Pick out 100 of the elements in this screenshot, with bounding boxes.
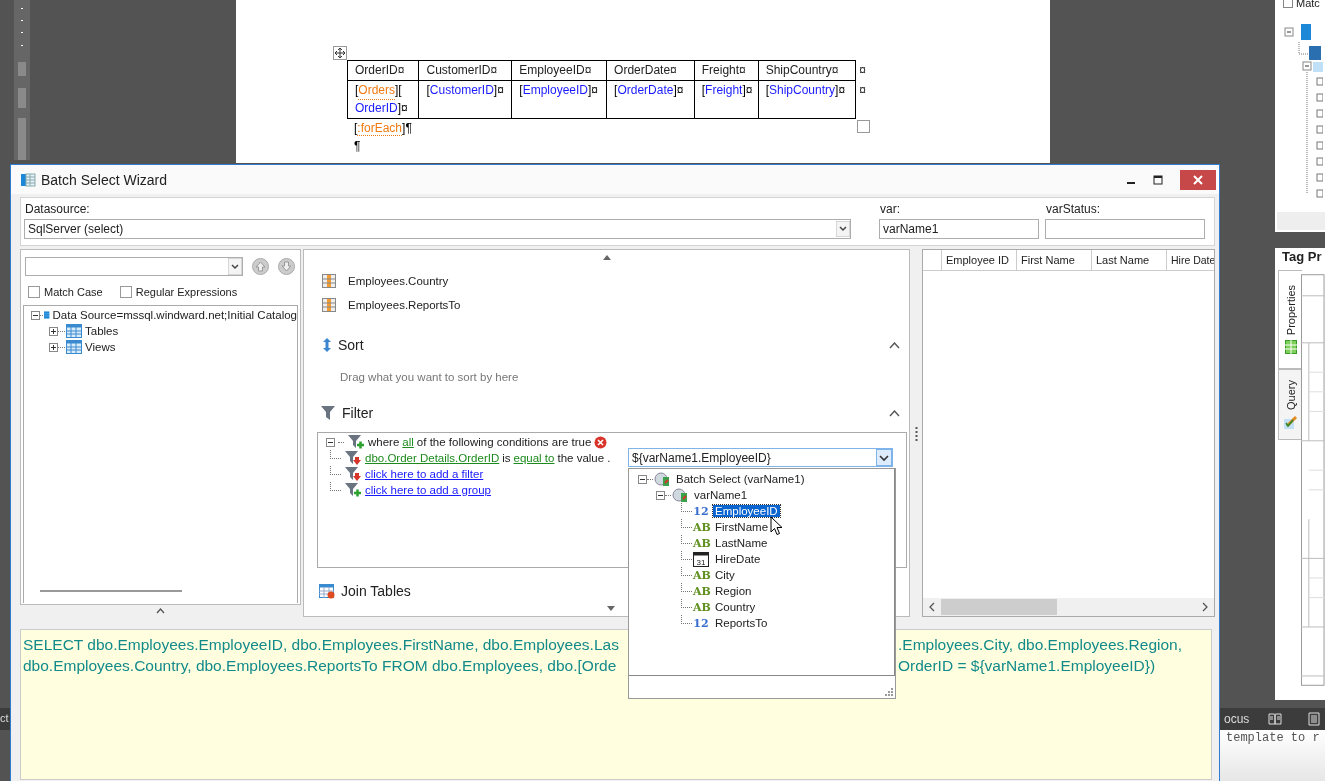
tree-item[interactable]: HireDate bbox=[713, 553, 763, 565]
checkbox-label: Match Case bbox=[44, 286, 103, 298]
down-arrow-icon[interactable] bbox=[278, 258, 295, 275]
type-icon: AB bbox=[693, 568, 709, 582]
chevron-up-icon[interactable] bbox=[889, 341, 900, 349]
scrollbar-thumb[interactable] bbox=[40, 590, 182, 592]
splitter-grip-icon[interactable] bbox=[914, 427, 918, 441]
collapse-icon[interactable] bbox=[326, 437, 335, 447]
column-header[interactable]: Employee ID bbox=[942, 250, 1017, 270]
checkbox-label: Matc bbox=[1296, 0, 1320, 9]
paragraph: ¶ bbox=[353, 138, 361, 155]
table-cell: [EmployeeID]¤ bbox=[511, 80, 607, 119]
table-icon bbox=[66, 324, 82, 338]
field-label: var: bbox=[879, 202, 901, 216]
scroll-right-icon[interactable] bbox=[1201, 602, 1209, 612]
tree-item[interactable]: Tables bbox=[85, 325, 119, 337]
type-icon: AB bbox=[693, 536, 709, 550]
batch-icon bbox=[672, 487, 688, 503]
section-title: Filter bbox=[342, 405, 374, 421]
scroll-left-icon[interactable] bbox=[928, 602, 936, 612]
type-icon: 12 bbox=[693, 616, 709, 630]
scroll-down-icon[interactable] bbox=[607, 606, 615, 611]
chevron-up-icon[interactable] bbox=[156, 608, 165, 614]
collapse-icon[interactable] bbox=[656, 490, 665, 500]
tree-item[interactable]: EmployeeID bbox=[713, 505, 780, 517]
chevron-up-icon[interactable] bbox=[889, 409, 900, 417]
var-status-input[interactable] bbox=[1045, 219, 1205, 239]
paragraph: [:forEach]¶ bbox=[353, 120, 412, 137]
filter-text: of the following conditions are true bbox=[416, 436, 592, 448]
table-cell: EmployeeID¤ bbox=[511, 60, 607, 81]
column-header[interactable]: Hire Date bbox=[1167, 250, 1214, 270]
sort-icon bbox=[322, 337, 332, 353]
resize-grip-icon[interactable] bbox=[885, 688, 893, 696]
table-cell: [CustomerID]¤ bbox=[418, 80, 512, 119]
quantifier-link[interactable]: all bbox=[402, 436, 414, 448]
book-icon[interactable] bbox=[1268, 713, 1282, 725]
column-icon bbox=[322, 298, 336, 312]
add-group-link[interactable]: click here to add a group bbox=[365, 484, 491, 496]
horizontal-scrollbar[interactable] bbox=[923, 598, 1214, 616]
resize-handle[interactable] bbox=[857, 120, 870, 133]
tree-item[interactable]: FirstName bbox=[713, 521, 771, 533]
status-text: ocus bbox=[1224, 712, 1250, 726]
tree-item[interactable]: Data Source=mssql.windward.net;Initial Catalog bbox=[52, 309, 297, 321]
dropdown-arrow-icon[interactable] bbox=[228, 258, 242, 275]
column-header[interactable]: Last Name bbox=[1092, 250, 1167, 270]
operator-link[interactable]: equal to bbox=[513, 452, 555, 464]
table-cell: ShipCountry¤ bbox=[758, 60, 856, 81]
column-header[interactable]: First Name bbox=[1017, 250, 1092, 270]
section-title: Sort bbox=[338, 337, 364, 353]
cell-end-mark: ¤ bbox=[855, 80, 877, 119]
tree-item[interactable]: LastName bbox=[713, 537, 770, 549]
calendar-table-icon bbox=[319, 583, 335, 599]
column-icon bbox=[322, 274, 336, 288]
filter-text: where bbox=[368, 436, 400, 448]
checkbox[interactable] bbox=[1283, 0, 1293, 8]
delete-icon[interactable] bbox=[594, 435, 608, 449]
tree-item[interactable]: Batch Select (varName1) bbox=[674, 473, 807, 485]
scroll-up-icon[interactable] bbox=[602, 255, 611, 260]
tree-item[interactable]: varName1 bbox=[692, 489, 750, 501]
sql-text: SELECT dbo.Employees.EmployeeID, dbo.Employees.FirstName, dbo.Employees.Las bbox=[23, 635, 619, 655]
vertical-tab[interactable]: Query bbox=[1278, 369, 1303, 441]
collapse-icon[interactable] bbox=[31, 310, 40, 320]
sql-text: .Employees.City, dbo.Employees.Region, bbox=[898, 635, 1183, 655]
section-title: Join Tables bbox=[341, 583, 411, 599]
expand-icon[interactable] bbox=[49, 342, 58, 352]
table-cell: OrderID¤ bbox=[347, 60, 419, 81]
checkbox[interactable] bbox=[28, 286, 40, 298]
tree-item[interactable]: Region bbox=[713, 585, 754, 597]
type-icon: AB bbox=[693, 520, 709, 534]
value-dropdown[interactable]: ${varName1.EmployeeID} bbox=[628, 448, 893, 467]
expand-icon[interactable] bbox=[49, 326, 58, 336]
collapse-icon[interactable] bbox=[638, 474, 647, 484]
datasource-dropdown[interactable]: SqlServer (select) bbox=[24, 219, 851, 239]
tree-item[interactable]: Views bbox=[85, 341, 116, 353]
move-handle-icon[interactable] bbox=[333, 46, 347, 60]
page-icon[interactable] bbox=[1308, 712, 1320, 726]
checkbox[interactable] bbox=[119, 286, 132, 298]
field-item[interactable]: Employees.ReportsTo bbox=[348, 299, 461, 311]
up-arrow-icon[interactable] bbox=[252, 258, 269, 275]
var-input[interactable]: varName1 bbox=[879, 219, 1039, 239]
tree-item[interactable]: ReportsTo bbox=[713, 617, 770, 629]
field-item[interactable]: Employees.Country bbox=[348, 275, 449, 287]
table-cell: [Orders][ OrderID]¤ bbox=[347, 80, 419, 119]
search-field[interactable] bbox=[25, 257, 243, 276]
table-cell: Freight¤ bbox=[694, 60, 759, 81]
close-button[interactable] bbox=[1180, 169, 1216, 190]
maximize-icon[interactable] bbox=[1153, 174, 1163, 185]
add-filter-link[interactable]: click here to add a filter bbox=[365, 468, 484, 480]
field-label: varStatus: bbox=[1045, 202, 1102, 216]
tree-item[interactable]: City bbox=[713, 569, 737, 581]
vertical-tab[interactable]: Properties bbox=[1278, 270, 1303, 370]
table-cell: [Freight]¤ bbox=[694, 80, 759, 119]
dropdown-arrow-icon[interactable] bbox=[836, 221, 850, 237]
type-icon: AB bbox=[693, 584, 709, 598]
cell-end-mark: ¤ bbox=[855, 60, 877, 81]
table-cell: [OrderDate]¤ bbox=[606, 80, 695, 119]
grid-icon bbox=[1284, 340, 1297, 355]
tree-item[interactable]: Country bbox=[713, 601, 758, 613]
field-link[interactable]: dbo.Order Details.OrderID bbox=[365, 452, 500, 464]
sql-text: dbo.Employees.Country, dbo.Employees.ReportsTo FROM dbo.Employees, dbo.[Orde bbox=[23, 656, 617, 676]
